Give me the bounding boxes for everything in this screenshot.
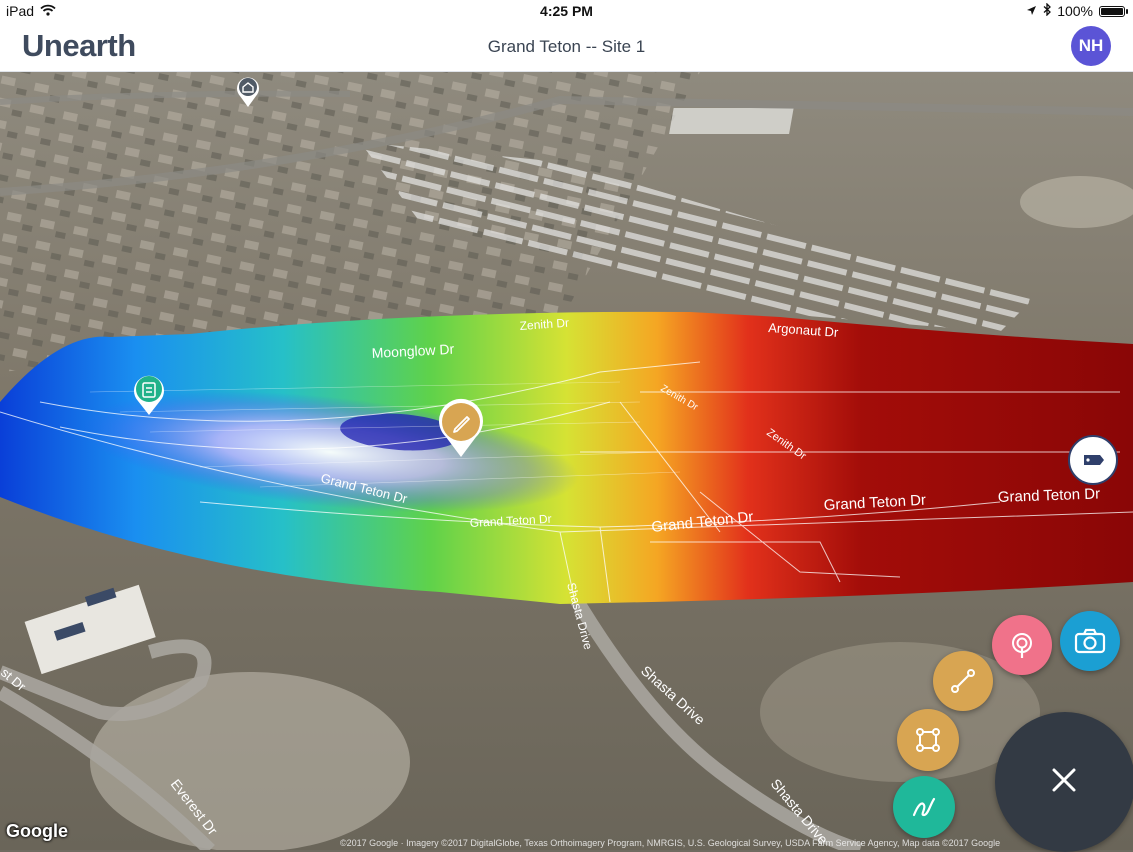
rooftop bbox=[669, 108, 794, 134]
freehand-tool-icon bbox=[912, 797, 936, 817]
location-pin-icon bbox=[1012, 633, 1032, 658]
avatar[interactable]: NH bbox=[1071, 26, 1111, 66]
clock: 4:25 PM bbox=[540, 3, 593, 19]
desert-patch bbox=[90, 672, 410, 850]
location-arrow-icon bbox=[1026, 3, 1037, 19]
map-attribution[interactable]: ©2017 Google · Imagery ©2017 DigitalGlob… bbox=[340, 838, 1000, 848]
google-logo: Google bbox=[6, 821, 68, 841]
app-logo[interactable]: Unearth bbox=[22, 28, 136, 64]
place-pin[interactable] bbox=[234, 74, 262, 108]
line-tool-icon bbox=[951, 669, 975, 693]
camera-button[interactable] bbox=[1060, 611, 1120, 671]
line-tool-button[interactable] bbox=[933, 651, 993, 711]
battery-icon bbox=[1099, 5, 1128, 17]
status-left: iPad bbox=[6, 3, 56, 19]
wifi-icon bbox=[40, 3, 56, 19]
location-button[interactable] bbox=[992, 615, 1052, 675]
tag-icon bbox=[1084, 455, 1104, 465]
site-title: Grand Teton -- Site 1 bbox=[487, 37, 646, 56]
close-menu-button[interactable] bbox=[995, 712, 1133, 852]
camera-icon bbox=[1074, 628, 1106, 654]
status-right: 100% bbox=[1026, 2, 1128, 19]
polygon-tool-icon bbox=[916, 728, 940, 752]
battery-percent: 100% bbox=[1057, 3, 1093, 19]
bluetooth-icon bbox=[1043, 2, 1052, 19]
freehand-tool-button[interactable] bbox=[893, 776, 955, 838]
device-name: iPad bbox=[6, 3, 35, 19]
close-icon bbox=[1052, 768, 1076, 792]
note-pin[interactable] bbox=[130, 372, 168, 416]
satellite-map[interactable]: Zenith Dr Argonaut Dr Moonglow Dr Zenith… bbox=[0, 72, 1133, 850]
app-header: Unearth Grand Teton -- Site 1 NH bbox=[0, 22, 1133, 72]
tag-pin[interactable] bbox=[1066, 435, 1120, 485]
polygon-tool-button[interactable] bbox=[897, 709, 959, 771]
status-bar: iPad 4:25 PM 100% bbox=[0, 0, 1133, 22]
map-canvas: Zenith Dr Argonaut Dr Moonglow Dr Zenith… bbox=[0, 72, 1133, 850]
edit-pin[interactable] bbox=[434, 397, 488, 459]
street-label: Grand Teton Dr bbox=[998, 485, 1101, 506]
